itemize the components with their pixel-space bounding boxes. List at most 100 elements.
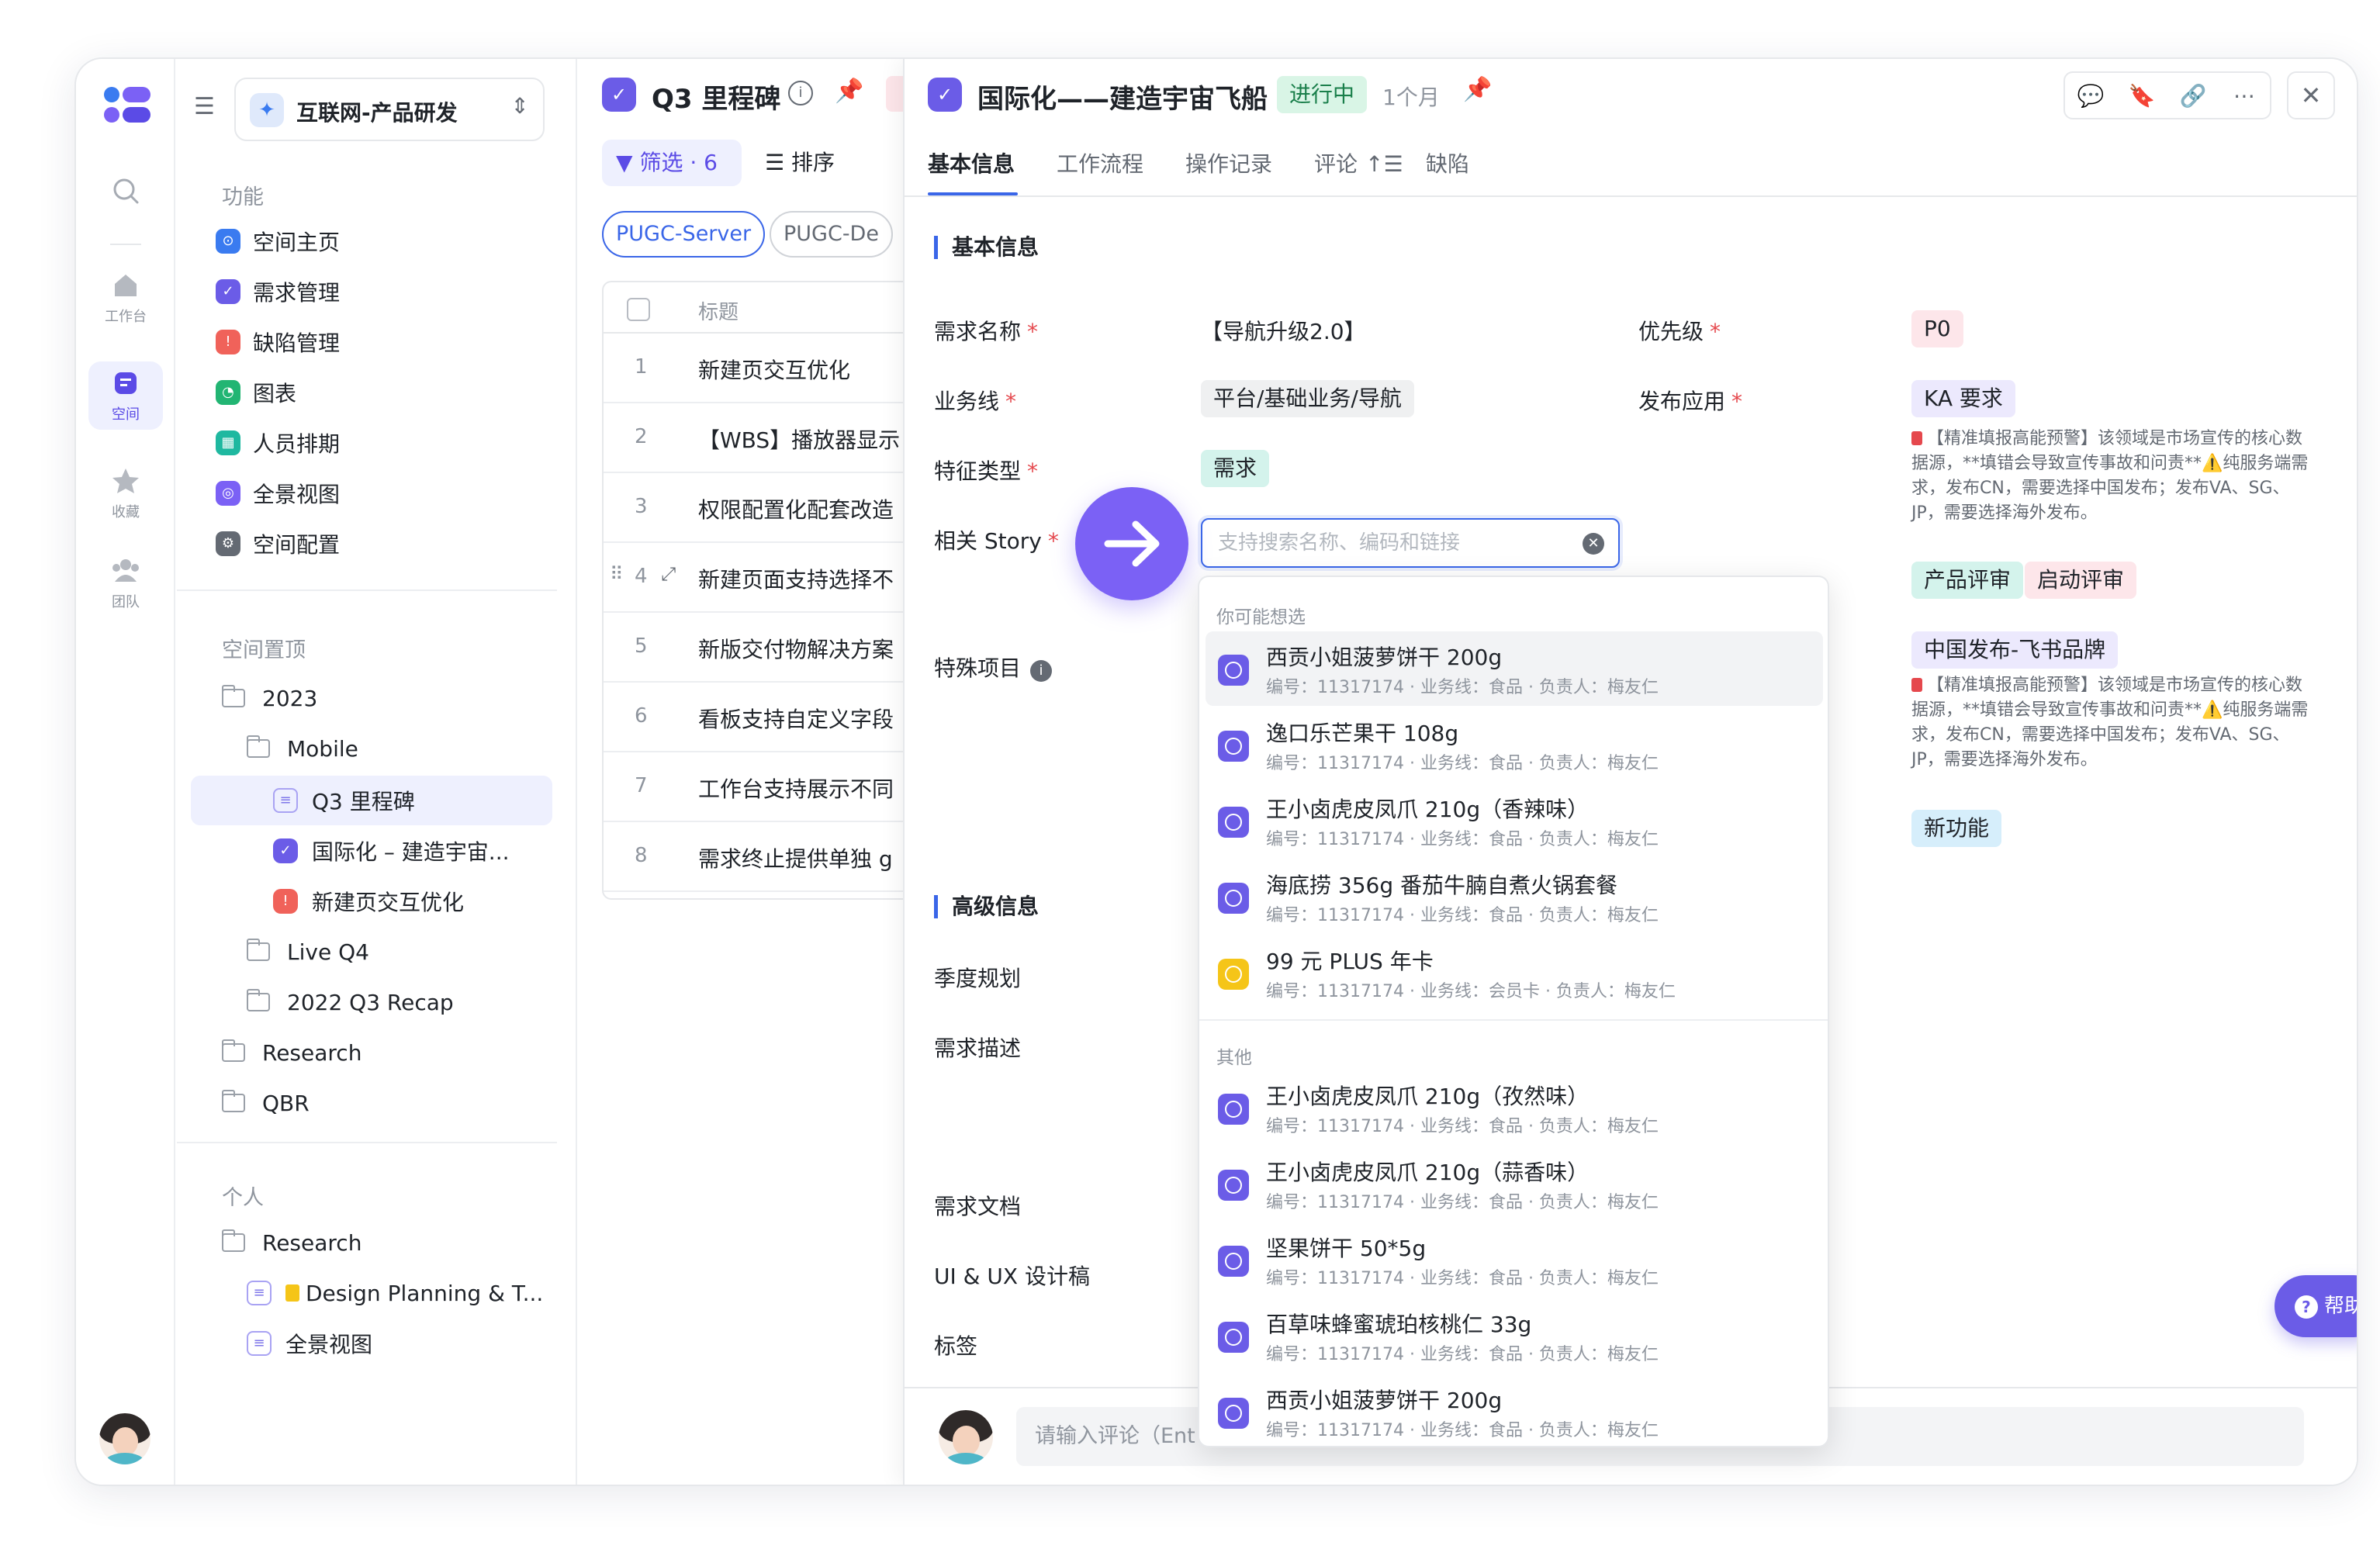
info-icon[interactable]: i [1030, 660, 1053, 682]
tree-item-new-page-ux[interactable]: ! 新建页交互优化 [273, 880, 464, 923]
table-row[interactable]: ⠿ 4 ⤢ 新建页面支持选择不 [604, 543, 903, 613]
personal-item-overview[interactable]: ≡ 全景视图 [247, 1322, 372, 1365]
link-icon[interactable]: 🔗 [2178, 83, 2209, 109]
pin-icon[interactable]: 📌 [835, 78, 863, 105]
tree-folder-2022-recap[interactable]: 2022 Q3 Recap [247, 980, 454, 1024]
tree-folder-research[interactable]: Research [222, 1031, 361, 1074]
field-label-feature: 特征类型 * [934, 458, 1039, 484]
status-badge[interactable]: 进行中 [1277, 76, 1368, 113]
search-icon[interactable] [88, 175, 163, 211]
nav-item-charts[interactable]: ◔ 图表 [216, 372, 296, 413]
dropdown-option[interactable]: 99 元 PLUS 年卡 编号：11317174 · 业务线：会员卡 · 负责人：… [1206, 935, 1823, 1010]
priority-tag[interactable]: P0 [1911, 310, 1963, 347]
required-mark: * [1027, 458, 1039, 484]
tab-basic-info[interactable]: 基本信息 [928, 147, 1015, 178]
workspace-switcher[interactable]: ✦ 互联网-产品研发 ⇕ [234, 78, 545, 141]
release-tag[interactable]: KA 要求 [1911, 380, 2015, 417]
list-doc-icon: ≡ [273, 788, 298, 813]
nav-item-settings[interactable]: ⚙ 空间配置 [216, 523, 340, 565]
user-avatar[interactable] [99, 1413, 150, 1464]
release-note: 【精准填报高能预警】该领域是市场宣传的核心数据源，**填错会导致宣传事故和问责*… [1911, 676, 2309, 769]
arrow-right-icon[interactable] [1075, 487, 1188, 600]
personal-item-design-planning[interactable]: ≡ Design Planning & T... [247, 1271, 543, 1315]
tree-folder-qbr[interactable]: QBR [222, 1081, 310, 1125]
story-search-input[interactable] [1218, 527, 1559, 558]
rail-item-team[interactable]: 团队 [88, 555, 163, 611]
milestone-icon: ✓ [602, 78, 636, 112]
dropdown-option[interactable]: 王小卤虎皮凤爪 210g（蒜香味） 编号：11317174 · 业务线：食品 · … [1206, 1146, 1823, 1221]
rail-item-workbench[interactable]: 工作台 [88, 270, 163, 326]
dropdown-divider [1199, 1019, 1828, 1021]
release-note: 【精准填报高能预警】该领域是市场宣传的核心数据源，**填错会导致宣传事故和问责*… [1911, 429, 2309, 523]
sort-icon: ☰ [765, 150, 792, 175]
dropdown-option[interactable]: 坚果饼干 50*5g 编号：11317174 · 业务线：食品 · 负责人：梅友仁 [1206, 1222, 1823, 1297]
chip-pugc-server[interactable]: PUGC-Server [602, 211, 766, 258]
rail-label: 工作台 [105, 309, 147, 325]
dropdown-option[interactable]: 西贡小姐菠萝饼干 200g 编号：11317174 · 业务线：食品 · 负责人：… [1206, 1374, 1823, 1446]
tab-workflow[interactable]: 工作流程 [1057, 147, 1143, 178]
dropdown-option[interactable]: 王小卤虎皮凤爪 210g（孜然味） 编号：11317174 · 业务线：食品 · … [1206, 1070, 1823, 1145]
table-row[interactable]: 5 新版交付物解决方案 [604, 613, 903, 683]
field-label-priority: 优先级 * [1638, 319, 1721, 344]
drag-handle-icon[interactable]: ⠿ [610, 563, 624, 585]
tab-history[interactable]: 操作记录 [1185, 147, 1272, 178]
gear-icon: ⚙ [216, 531, 240, 556]
nav-item-overview[interactable]: ◎ 全景视图 [216, 472, 340, 514]
dropdown-option[interactable]: 王小卤虎皮凤爪 210g（香辣味） 编号：11317174 · 业务线：食品 · … [1206, 783, 1823, 858]
select-all-checkbox[interactable] [627, 298, 650, 321]
nav-item-requirements[interactable]: ✓ 需求管理 [216, 271, 340, 313]
table-row[interactable]: 8 需求终止提供单独 g [604, 822, 903, 892]
rail-item-favorites[interactable]: 收藏 [88, 465, 163, 521]
personal-folder-research[interactable]: Research [222, 1221, 361, 1264]
bookmark-icon[interactable]: 🔖 [2126, 83, 2157, 109]
dropdown-option[interactable]: 百草味蜂蜜琥珀核桃仁 33g 编号：11317174 · 业务线：食品 · 负责人… [1206, 1298, 1823, 1373]
table-row[interactable]: 2 【WBS】播放器显示 [604, 403, 903, 473]
release-brand-tag[interactable]: 中国发布-飞书品牌 [1911, 631, 2119, 669]
dropdown-option[interactable]: 逸口乐芒果干 108g 编号：11317174 · 业务线：食品 · 负责人：梅友… [1206, 707, 1823, 782]
tree-folder-2023[interactable]: 2023 [222, 676, 317, 720]
help-button[interactable]: ?帮助 [2274, 1275, 2357, 1337]
review-tag-product[interactable]: 产品评审 [1911, 562, 2024, 599]
table-row[interactable]: 6 看板支持自定义字段 [604, 683, 903, 752]
required-mark: * [1731, 389, 1743, 414]
field-value-name[interactable]: 【导航升级2.0】 [1201, 315, 1366, 346]
dropdown-option[interactable]: 西贡小姐菠萝饼干 200g 编号：11317174 · 业务线：食品 · 负责人：… [1206, 631, 1823, 706]
comment-icon[interactable]: 💬 [2075, 83, 2106, 109]
tree-folder-live-q4[interactable]: Live Q4 [247, 930, 369, 973]
app-logo[interactable] [104, 87, 150, 129]
tab-comments[interactable]: 评论 ↑☰ [1314, 147, 1403, 178]
filter-button[interactable]: ▼ 筛选 · 6 [602, 140, 742, 186]
clear-icon[interactable]: ✕ [1583, 533, 1604, 555]
info-icon[interactable]: i [788, 81, 813, 105]
business-line-tag[interactable]: 平台/基础业务/导航 [1201, 380, 1414, 417]
tree-item-internationalization[interactable]: ✓ 国际化 – 建造宇宙... [273, 829, 510, 873]
pin-icon[interactable]: 📌 [1463, 76, 1492, 103]
table-row[interactable]: 7 工作台支持展示不同 [604, 752, 903, 822]
rail-item-space[interactable]: 空间 [88, 361, 163, 430]
review-tag-kickoff[interactable]: 启动评审 [2025, 562, 2137, 599]
more-icon[interactable]: ⋯ [2229, 83, 2260, 109]
rail-label: 团队 [112, 594, 140, 610]
nav-item-defects[interactable]: ! 缺陷管理 [216, 321, 340, 363]
story-search-field[interactable]: ✕ [1201, 518, 1620, 568]
close-button[interactable]: ✕ [2287, 71, 2335, 119]
collapse-sidebar-icon[interactable]: ☰ [194, 93, 215, 120]
tree-folder-mobile[interactable]: Mobile [247, 727, 358, 770]
expand-icon[interactable]: ⤢ [661, 563, 676, 585]
feature-type-tag[interactable]: 需求 [1201, 450, 1270, 487]
dropdown-option[interactable]: 海底捞 356g 番茄牛腩自煮火锅套餐 编号：11317174 · 业务线：食品 … [1206, 859, 1823, 934]
table-row[interactable]: 1 新建页交互优化 [604, 334, 903, 403]
table-row[interactable]: 3 权限配置化配套改造 [604, 473, 903, 543]
hidden-tag [886, 76, 903, 112]
column-title: 标题 [698, 301, 739, 324]
folder-icon [222, 685, 245, 707]
question-icon: ? [2294, 1295, 2318, 1319]
nav-item-schedule[interactable]: ▦ 人员排期 [216, 422, 340, 464]
tree-item-q3-milestone[interactable]: ≡ Q3 里程碑 [273, 779, 415, 822]
new-feature-tag[interactable]: 新功能 [1911, 810, 2002, 847]
chip-pugc-de[interactable]: PUGC-De [770, 211, 893, 258]
tab-defects[interactable]: 缺陷 [1426, 147, 1469, 178]
duration-label: 1个月 [1382, 85, 1440, 110]
sort-button[interactable]: ☰ 排序 [765, 140, 835, 186]
nav-item-space-home[interactable]: ⊙ 空间主页 [216, 220, 340, 262]
